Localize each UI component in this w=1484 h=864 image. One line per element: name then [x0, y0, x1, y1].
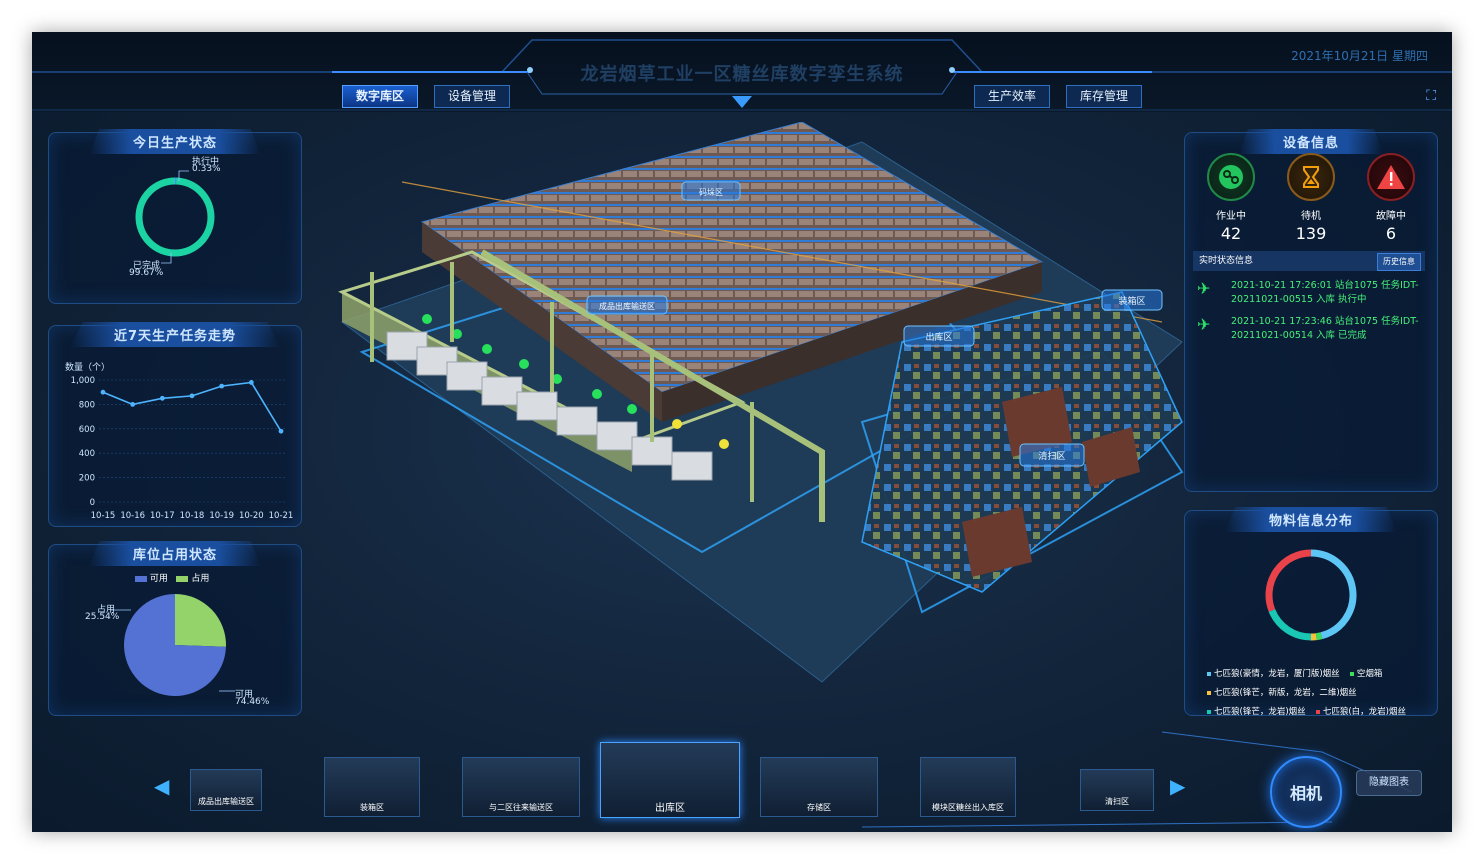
y-tick-label: 0: [90, 498, 95, 508]
zone-label-packing: 装箱区: [1118, 295, 1145, 307]
nav-production-efficiency[interactable]: 生产效率: [974, 85, 1050, 108]
thumb-transfer-zone[interactable]: 与二区往来输送区: [462, 757, 580, 817]
dropdown-triangle-icon: [732, 96, 752, 108]
device-running[interactable]: 作业中 42: [1201, 153, 1261, 243]
x-tick-label: 10-15: [91, 511, 116, 521]
thumb-module-zone[interactable]: 模块区糖丝出入库区: [920, 757, 1016, 817]
y-tick-label: 800: [79, 400, 95, 410]
y-tick-label: 600: [79, 425, 95, 435]
data-point: [278, 428, 284, 434]
realtime-status-header: 实时状态信息 历史信息: [1193, 251, 1425, 271]
thumb-next-icon[interactable]: ▶: [1170, 774, 1185, 798]
y-tick-label: 1,000: [71, 376, 95, 386]
trend-line-chart: 0 200 400 600 800 1,000 10-15 10-16 10-17 10-18 10…: [71, 376, 294, 521]
date-time: 2021年10月21日 星期四: [1291, 49, 1428, 63]
available-percent: 74.46%: [235, 697, 270, 707]
y-tick-label: 400: [79, 449, 95, 459]
x-tick-label: 10-19: [209, 511, 234, 521]
device-fault[interactable]: 故障中 6: [1361, 153, 1421, 243]
y-tick-label: 200: [79, 474, 95, 484]
data-point: [248, 380, 254, 385]
device-standby-badge: [1287, 153, 1335, 201]
device-standby[interactable]: 待机 139: [1281, 153, 1341, 243]
donut-segment: [1315, 632, 1323, 641]
data-point: [189, 393, 195, 399]
legend-item: 空烟箱: [1349, 669, 1382, 679]
x-tick-label: 10-20: [239, 511, 264, 521]
zone-label-palletizing: 码垛区: [699, 187, 723, 197]
device-standby-label: 待机: [1301, 211, 1321, 222]
pie-slice-occupied: [175, 594, 226, 647]
device-fault-label: 故障中: [1376, 211, 1406, 222]
nav-inventory-management[interactable]: 库存管理: [1066, 85, 1142, 108]
x-tick-label: 10-21: [269, 511, 294, 521]
device-info-title: 设备信息: [1238, 129, 1384, 154]
warning-icon: [1377, 165, 1405, 189]
running-percent: 0.33%: [192, 164, 221, 174]
device-fault-badge: [1367, 153, 1415, 201]
hourglass-icon: [1303, 166, 1319, 188]
zone-label-cleaning: 清扫区: [1038, 450, 1065, 462]
storage-pie-chart: [111, 594, 235, 696]
zone-label-outbound: 出库区: [925, 331, 952, 343]
data-point: [219, 383, 225, 389]
nav-digital-zone[interactable]: 数字库区: [342, 85, 418, 108]
device-running-label: 作业中: [1216, 211, 1246, 222]
dashboard-screen: 龙岩烟草工业一区糖丝库数字孪生系统 2021年10月21日 星期四 ⛶ 数字库区…: [32, 32, 1452, 832]
device-fault-count: 6: [1385, 224, 1397, 243]
donut-segment: [1265, 549, 1312, 612]
series-line: [102, 381, 282, 432]
thumb-outbound-conveyor[interactable]: 成品出库输送区: [190, 769, 262, 811]
occupied-percent: 25.54%: [85, 612, 120, 622]
zone-label-outbound-conveyor: 成品出库输送区: [599, 301, 655, 311]
device-running-badge: [1207, 153, 1255, 201]
log-entry-text: 2021-10-21 17:26:01 站台1075 任务IDT-2021102…: [1231, 280, 1419, 305]
donut-segment: [1268, 609, 1312, 641]
top-bar: 龙岩烟草工业一区糖丝库数字孪生系统 2021年10月21日 星期四 ⛶ 数字库区…: [32, 32, 1452, 112]
device-standby-count: 139: [1295, 224, 1327, 243]
paper-plane-icon: ✈: [1197, 315, 1211, 334]
warehouse-3d-scene[interactable]: 成品出库输送区 码垛区 装箱区 出库区 清扫区: [302, 122, 1192, 712]
realtime-status-title: 实时状态信息: [1199, 256, 1254, 266]
hide-charts-button[interactable]: 隐藏图表: [1356, 770, 1422, 796]
thumb-prev-icon[interactable]: ◀: [154, 774, 169, 798]
today-status-donut: [135, 170, 215, 264]
paper-plane-icon: ✈: [1197, 279, 1211, 298]
legend-item: 七匹狼(锋芒，龙岩)烟丝: [1207, 707, 1306, 717]
page-title: 龙岩烟草工业一区糖丝库数字孪生系统: [580, 64, 904, 85]
thumb-outbound[interactable]: 出库区: [600, 742, 740, 818]
material-panel: 物料信息分布 七匹狼(豪情，龙岩，厦门版)烟丝 空烟箱 七匹狼(锋芒，新版，龙岩…: [1184, 507, 1438, 717]
x-tick-label: 10-18: [180, 511, 205, 521]
thumb-cleaning[interactable]: 清扫区: [1080, 769, 1154, 811]
history-button[interactable]: 历史信息: [1377, 253, 1421, 271]
gear-running-icon: [1219, 165, 1243, 189]
nav-device-management[interactable]: 设备管理: [434, 85, 510, 108]
camera-button[interactable]: 相机: [1270, 756, 1342, 828]
data-point: [100, 389, 106, 395]
legend-item: 七匹狼(豪情，龙岩，厦门版)烟丝: [1207, 669, 1340, 679]
thumb-storage[interactable]: 存储区: [760, 757, 878, 817]
x-tick-label: 10-16: [120, 511, 145, 521]
x-tick-label: 10-17: [150, 511, 175, 521]
log-entry-text: 2021-10-21 17:23:46 站台1075 任务IDT-2021102…: [1231, 316, 1419, 341]
device-running-count: 42: [1220, 224, 1242, 243]
trend-panel: 近7天生产任务走势 数量（个） 0 200 400 600 800 1,000 10-15 1…: [48, 322, 302, 527]
legend-item: 七匹狼(锋芒，新版，龙岩，二维)烟丝: [1207, 688, 1357, 698]
today-status-panel: 今日生产状态 执行中 0.33% 已完成 99.67%: [48, 129, 302, 304]
fullscreen-icon[interactable]: ⛶: [1426, 88, 1436, 104]
thumb-packing[interactable]: 装箱区: [324, 757, 420, 817]
storage-panel: 库位占用状态 可用 占用 占用 25.54% 可用 74.46%: [48, 541, 302, 716]
device-info-panel: 设备信息 作业中 42 待机 139 故障中 6 实时状态信息 历史信息 ✈ 2…: [1184, 129, 1438, 492]
data-point: [130, 402, 136, 407]
data-point: [159, 395, 165, 401]
done-percent: 99.67%: [129, 268, 164, 278]
legend-item: 七匹狼(白，龙岩)烟丝: [1315, 707, 1406, 717]
material-legend: 七匹狼(豪情，龙岩，厦门版)烟丝 空烟箱 七匹狼(锋芒，新版，龙岩，二维)烟丝 …: [1207, 663, 1406, 720]
donut-segment: [1310, 549, 1357, 640]
